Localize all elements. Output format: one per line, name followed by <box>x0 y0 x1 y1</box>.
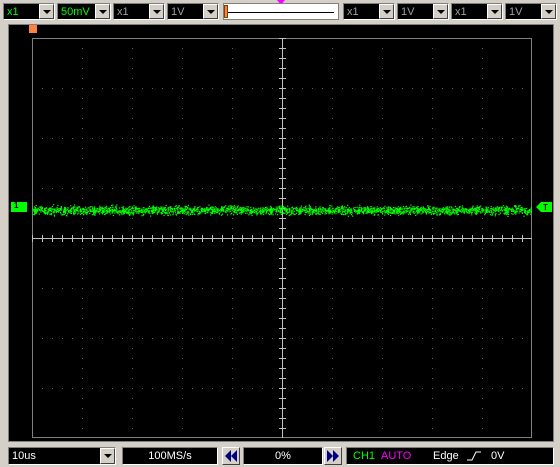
ch4-volts-select[interactable]: 1V <box>505 3 557 20</box>
trigger-level-value: 0V <box>491 450 505 462</box>
ch4-probe-value: x1 <box>455 6 467 18</box>
graticule <box>32 38 532 438</box>
trigger-type: Edge <box>433 450 459 462</box>
scroll-right-button[interactable] <box>324 447 342 465</box>
position-value: 0% <box>275 450 291 462</box>
trigger-position-slider[interactable] <box>223 3 339 20</box>
ch1-probe-value: x1 <box>7 6 19 18</box>
double-chevron-left-icon <box>225 450 237 462</box>
ch2-volts-select[interactable]: 1V <box>167 3 219 20</box>
scroll-left-button[interactable] <box>222 447 240 465</box>
ch3-probe-select[interactable]: x1 <box>343 3 395 20</box>
rising-edge-icon <box>467 451 481 461</box>
ch2-probe-value: x1 <box>117 6 129 18</box>
chevron-down-icon[interactable] <box>39 4 54 19</box>
ch3-probe-value: x1 <box>347 6 359 18</box>
chevron-down-icon[interactable] <box>100 448 115 464</box>
sample-rate-display: 100MS/s <box>122 447 218 465</box>
sample-rate-value: 100MS/s <box>148 450 192 462</box>
ch1-probe-select[interactable]: x1 <box>3 3 55 20</box>
slider-thumb[interactable] <box>224 5 228 18</box>
ch1-offset-marker[interactable]: 1 <box>11 201 27 212</box>
status-bar: 10us 100MS/s 0% CH1 AUTO Edge 0V <box>0 445 560 467</box>
chevron-down-icon[interactable] <box>149 4 164 19</box>
ch1-volts-value: 50mV <box>61 6 90 18</box>
ch2-probe-select[interactable]: x1 <box>113 3 165 20</box>
chevron-down-icon[interactable] <box>95 4 110 19</box>
chevron-down-icon[interactable] <box>203 4 218 19</box>
trigger-level-marker[interactable]: T <box>536 202 552 212</box>
double-chevron-right-icon <box>327 450 339 462</box>
chevron-down-icon[interactable] <box>487 4 502 19</box>
channel-indicator-icon <box>29 25 37 33</box>
ch4-volts-value: 1V <box>509 6 523 18</box>
trigger-status[interactable]: CH1 AUTO Edge 0V <box>346 447 554 465</box>
timebase-select[interactable]: 10us <box>8 447 116 465</box>
ch4-probe-select[interactable]: x1 <box>451 3 503 20</box>
chevron-down-icon[interactable] <box>379 4 394 19</box>
trigger-channel: CH1 <box>353 450 376 462</box>
position-display: 0% <box>243 447 323 465</box>
ch1-volts-select[interactable]: 50mV <box>57 3 111 20</box>
channel-toolbar: x1 50mV x1 1V x1 1V x1 1V <box>0 0 560 24</box>
chevron-down-icon[interactable] <box>433 4 448 19</box>
chevron-down-icon[interactable] <box>541 4 556 19</box>
trigger-mode: AUTO <box>381 450 412 462</box>
trigger-level-label: T <box>543 203 548 212</box>
timebase-value: 10us <box>12 450 36 462</box>
ch3-volts-value: 1V <box>401 6 415 18</box>
ch2-volts-value: 1V <box>171 6 185 18</box>
ch3-volts-select[interactable]: 1V <box>397 3 449 20</box>
